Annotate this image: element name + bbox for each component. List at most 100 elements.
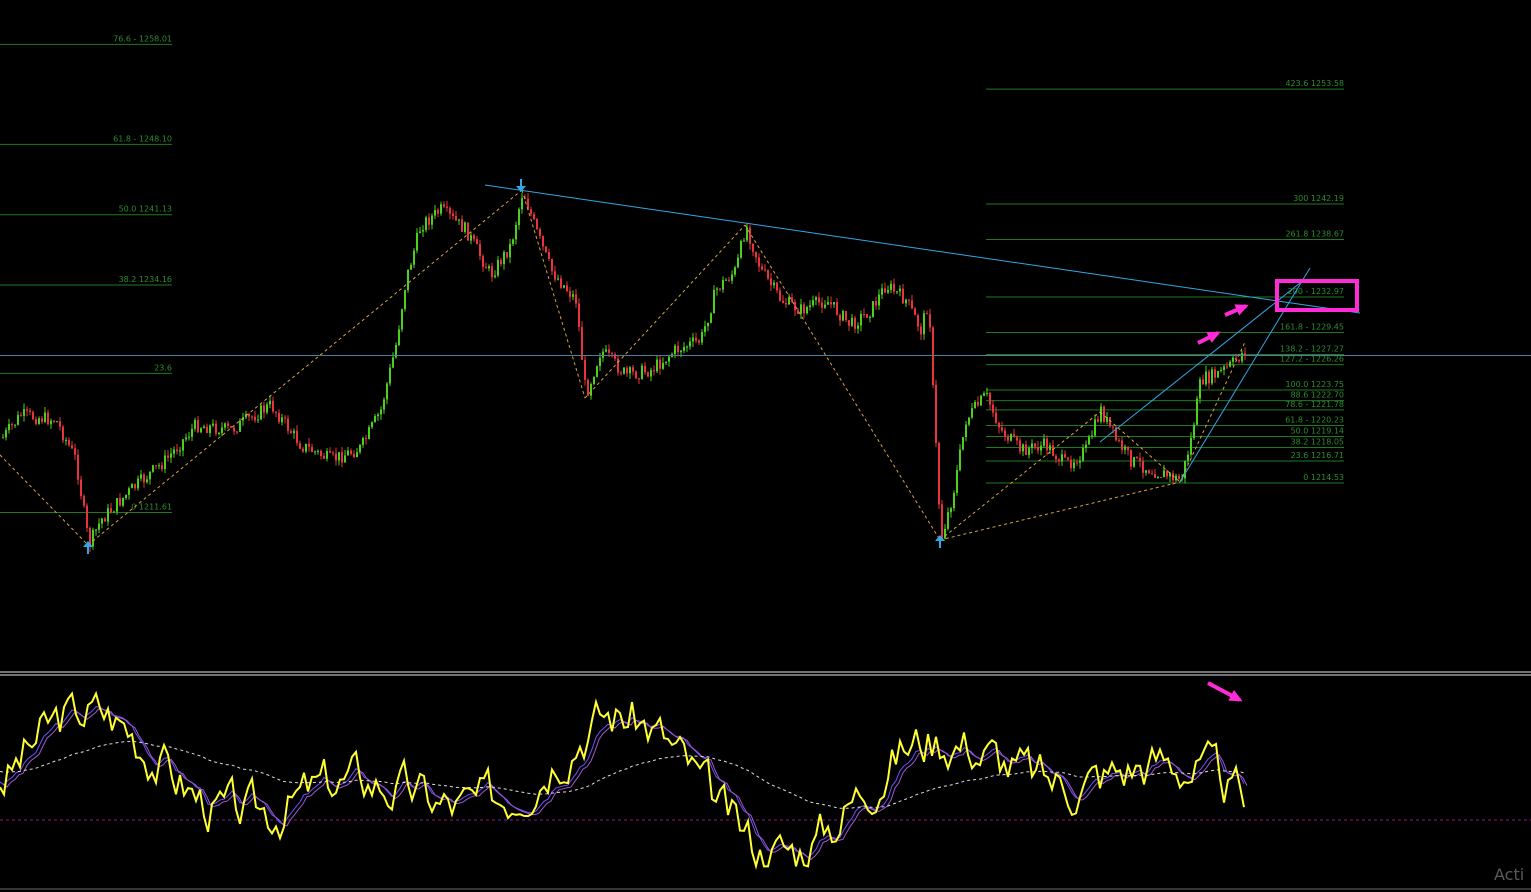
candle-body bbox=[785, 303, 787, 305]
candle-body bbox=[989, 392, 991, 405]
candle bbox=[152, 464, 154, 473]
candle-body bbox=[833, 302, 835, 305]
candle bbox=[86, 503, 88, 533]
candle-body bbox=[875, 301, 877, 306]
candle-body bbox=[95, 529, 97, 531]
candle-body bbox=[983, 393, 985, 396]
candle-body bbox=[1046, 438, 1048, 451]
candle-body bbox=[377, 414, 379, 416]
candle-body bbox=[413, 250, 415, 265]
candle-body bbox=[8, 424, 10, 431]
candle-body bbox=[734, 267, 736, 275]
candle-body bbox=[125, 494, 127, 498]
candle-body bbox=[74, 448, 76, 455]
candle-body bbox=[842, 310, 844, 321]
candle bbox=[536, 217, 538, 230]
candle-body bbox=[428, 217, 430, 225]
candle bbox=[545, 246, 547, 254]
fib-right-label: 161.8 - 1229.45 bbox=[1280, 323, 1344, 332]
candle-body bbox=[743, 240, 745, 242]
fib-right-label: 127.2 - 1226.26 bbox=[1280, 355, 1344, 364]
candle-body bbox=[611, 352, 613, 355]
candle-body bbox=[962, 437, 964, 450]
candle-body bbox=[617, 358, 619, 373]
candle-body bbox=[1040, 445, 1042, 451]
candle-body bbox=[614, 354, 616, 359]
candle-body bbox=[431, 215, 433, 225]
candle-body bbox=[770, 278, 772, 286]
candle-body bbox=[800, 304, 802, 314]
fib-right-label: 261.8 1238.67 bbox=[1285, 230, 1344, 239]
candle-body bbox=[1103, 406, 1105, 422]
candle-body bbox=[278, 412, 280, 423]
candle-body bbox=[941, 504, 943, 539]
candle-body bbox=[659, 359, 661, 369]
candle-body bbox=[53, 420, 55, 422]
candle-body bbox=[65, 439, 67, 441]
candle-body bbox=[629, 367, 631, 374]
candle-body bbox=[50, 420, 52, 425]
candle-body bbox=[455, 215, 457, 221]
candle-body bbox=[446, 206, 448, 208]
candle bbox=[710, 312, 712, 324]
candle-body bbox=[407, 269, 409, 291]
candle-body bbox=[209, 425, 211, 434]
fib-right-label: 423.6 1253.58 bbox=[1285, 79, 1344, 88]
candle-body bbox=[410, 264, 412, 270]
candle-body bbox=[155, 465, 157, 467]
candle-body bbox=[557, 278, 559, 280]
candle-body bbox=[677, 345, 679, 353]
candle-body bbox=[827, 302, 829, 305]
candle-body bbox=[20, 415, 22, 417]
candle-body bbox=[389, 367, 391, 384]
candle-body bbox=[602, 351, 604, 358]
trading-chart: 76.6 - 1258.01 61.8 - 1248.10 50.0 1241.13… bbox=[0, 0, 1531, 892]
candle-body bbox=[638, 378, 640, 380]
candle-body bbox=[1055, 455, 1057, 460]
candle-body bbox=[902, 288, 904, 304]
candle-body bbox=[353, 453, 355, 458]
candle-body bbox=[575, 294, 577, 304]
candle-body bbox=[224, 423, 226, 428]
candle-body bbox=[812, 300, 814, 306]
candle-body bbox=[581, 327, 583, 360]
candle-body bbox=[548, 252, 550, 259]
candle-body bbox=[923, 313, 925, 335]
candle-body bbox=[530, 209, 532, 215]
candle-body bbox=[440, 204, 442, 214]
candle-body bbox=[815, 297, 817, 301]
candle-body bbox=[731, 274, 733, 281]
candle-body bbox=[722, 280, 724, 290]
candle-body bbox=[896, 291, 898, 293]
fib-right-label: 38.2 1218.05 bbox=[1291, 437, 1344, 446]
candle bbox=[401, 308, 403, 333]
candle bbox=[404, 289, 406, 312]
candle-body bbox=[11, 424, 13, 426]
candle-body bbox=[227, 423, 229, 427]
candle-body bbox=[1064, 454, 1066, 458]
candle-body bbox=[1013, 434, 1015, 437]
candle-body bbox=[491, 266, 493, 278]
candle-body bbox=[695, 337, 697, 341]
fib-right-label: 23.6 1216.71 bbox=[1291, 451, 1344, 460]
candle-body bbox=[980, 395, 982, 406]
candle-body bbox=[665, 361, 667, 363]
candle-body bbox=[1157, 477, 1159, 479]
candle-body bbox=[464, 222, 466, 232]
candle-body bbox=[656, 359, 658, 372]
candle-body bbox=[101, 518, 103, 524]
candle-body bbox=[398, 329, 400, 345]
candle bbox=[980, 394, 982, 407]
candle-body bbox=[662, 362, 664, 369]
candle-body bbox=[506, 251, 508, 258]
candle-body bbox=[1151, 473, 1153, 475]
candle-body bbox=[311, 446, 313, 453]
candle-body bbox=[203, 426, 205, 429]
candle-body bbox=[779, 290, 781, 301]
candle-body bbox=[347, 450, 349, 456]
candle-body bbox=[683, 346, 685, 351]
candle-body bbox=[635, 371, 637, 379]
candle-body bbox=[5, 430, 7, 438]
candle bbox=[635, 370, 637, 380]
candle-body bbox=[788, 297, 790, 305]
